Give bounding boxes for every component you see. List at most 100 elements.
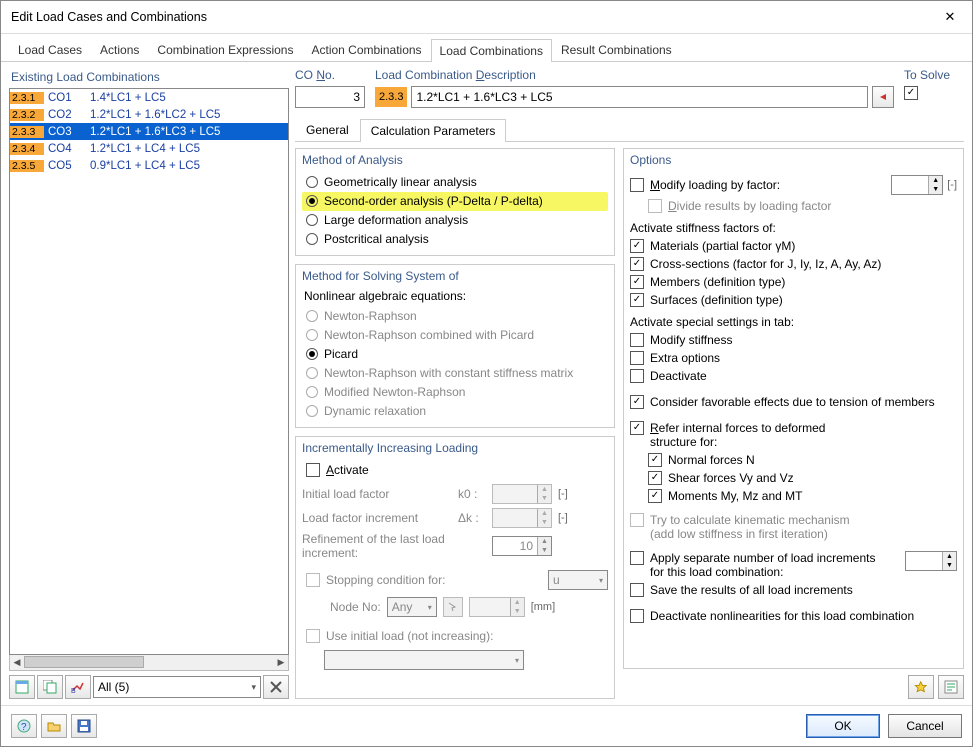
lcd-badge: 2.3.3 <box>375 87 407 107</box>
lcd-label: Load Combination Description <box>375 68 894 86</box>
help-button[interactable]: ? <box>11 714 37 738</box>
chevron-down-icon: ▾ <box>251 682 256 693</box>
node-value-spinner: ▲▼ <box>469 597 525 617</box>
main-tab-load-combinations[interactable]: Load Combinations <box>431 39 552 62</box>
new-button[interactable] <box>9 675 35 699</box>
method-analysis-section: Method of Analysis Geometrically linear … <box>295 148 615 256</box>
sub-tab-strip: GeneralCalculation Parameters <box>295 118 964 142</box>
applysep-label: Apply separate number of load increments… <box>650 551 875 579</box>
analysis-radio[interactable]: Large deformation analysis <box>302 211 608 230</box>
solver-radio: Newton-Raphson with constant stiffness m… <box>302 364 608 383</box>
incremental-section: Incrementally Increasing Loading Activat… <box>295 436 615 699</box>
load-combination-list[interactable]: 2.3.1CO11.4*LC1 + LC52.3.2CO21.2*LC1 + 1… <box>9 88 289 655</box>
solver-radio: Dynamic relaxation <box>302 402 608 421</box>
solver-radio: Newton-Raphson combined with Picard <box>302 326 608 345</box>
options-section: Options Modify loading by factor: ▲▼ [-]… <box>623 148 964 669</box>
stiffness-factor-item[interactable]: ✓Cross-sections (factor for J, Iy, Iz, A… <box>630 255 957 273</box>
cono-input[interactable]: 3 <box>295 86 365 108</box>
saveall-label: Save the results of all load increments <box>650 583 853 597</box>
node-pick-button <box>443 597 463 617</box>
cancel-button[interactable]: Cancel <box>888 714 962 738</box>
node-no-label: Node No: <box>330 600 381 614</box>
deactnl-checkbox[interactable] <box>630 609 644 623</box>
dk-symbol: Δk : <box>458 511 486 525</box>
close-button[interactable]: ✕ <box>936 7 964 27</box>
method-solve-section: Method for Solving System of Nonlinear a… <box>295 264 615 428</box>
solver-radio[interactable]: Picard <box>302 345 608 364</box>
scroll-left-icon[interactable]: ◀ <box>10 655 24 669</box>
refine-spinner[interactable]: 10▲▼ <box>492 536 552 556</box>
applysep-spinner[interactable]: ▲▼ <box>905 551 957 571</box>
stiffness-factor-item[interactable]: ✓Materials (partial factor γM) <box>630 237 957 255</box>
details-button[interactable] <box>938 675 964 699</box>
analysis-radio[interactable]: Geometrically linear analysis <box>302 173 608 192</box>
consider-checkbox[interactable]: ✓ <box>630 395 644 409</box>
list-item[interactable]: 2.3.4CO41.2*LC1 + LC4 + LC5 <box>10 140 288 157</box>
main-tab-combination-expressions[interactable]: Combination Expressions <box>148 38 302 61</box>
scroll-thumb[interactable] <box>24 656 144 668</box>
list-item[interactable]: 2.3.5CO50.9*LC1 + LC4 + LC5 <box>10 157 288 174</box>
try-label: Try to calculate kinematic mechanism (ad… <box>650 513 850 541</box>
filter-combo[interactable]: All (5) ▾ <box>93 676 261 698</box>
main-tab-action-combinations[interactable]: Action Combinations <box>302 38 430 61</box>
asf-label: Activate stiffness factors of: <box>630 221 957 235</box>
useinit-label: Use initial load (not increasing): <box>326 629 493 643</box>
special-setting-item[interactable]: Deactivate <box>630 367 957 385</box>
useinit-checkbox <box>306 629 320 643</box>
refer-force-item[interactable]: ✓Shear forces Vy and Vz <box>648 469 957 487</box>
titlebar: Edit Load Cases and Combinations ✕ <box>1 1 972 34</box>
main-tab-actions[interactable]: Actions <box>91 38 148 61</box>
tosolve-checkbox[interactable]: ✓ <box>904 86 918 100</box>
modify-loading-checkbox[interactable] <box>630 178 644 192</box>
save-button[interactable] <box>71 714 97 738</box>
initial-load-label: Initial load factor <box>302 487 452 501</box>
divide-label: Divide results by loading factor <box>668 199 831 213</box>
open-button[interactable] <box>41 714 67 738</box>
scroll-right-icon[interactable]: ▶ <box>274 655 288 669</box>
refer-force-item[interactable]: ✓Normal forces N <box>648 451 957 469</box>
list-item[interactable]: 2.3.2CO21.2*LC1 + 1.6*LC2 + LC5 <box>10 106 288 123</box>
stiffness-factor-item[interactable]: ✓Members (definition type) <box>630 273 957 291</box>
options-header: Options <box>630 153 957 167</box>
ok-button[interactable]: OK <box>806 714 880 738</box>
applysep-checkbox[interactable] <box>630 551 644 565</box>
list-hscrollbar[interactable]: ◀ ▶ <box>9 655 289 671</box>
modify-loading-spinner[interactable]: ▲▼ <box>891 175 943 195</box>
special-setting-item[interactable]: Extra options <box>630 349 957 367</box>
activate-checkbox[interactable] <box>306 463 320 477</box>
default-params-button[interactable] <box>908 675 934 699</box>
ass-label: Activate special settings in tab: <box>630 315 957 329</box>
method-analysis-header: Method of Analysis <box>302 153 608 167</box>
refer-force-item[interactable]: ✓Moments My, Mz and MT <box>648 487 957 505</box>
main-tab-load-cases[interactable]: Load Cases <box>9 38 91 61</box>
solver-radio: Newton-Raphson <box>302 307 608 326</box>
stiffness-factor-item[interactable]: ✓Surfaces (definition type) <box>630 291 957 309</box>
refer-checkbox[interactable]: ✓ <box>630 421 644 435</box>
lcd-pick-button[interactable] <box>872 86 894 108</box>
tosolve-label: To Solve <box>904 68 964 86</box>
main-tab-result-combinations[interactable]: Result Combinations <box>552 38 681 61</box>
copy-button[interactable] <box>37 675 63 699</box>
sub-tab-general[interactable]: General <box>295 118 360 141</box>
delete-button[interactable] <box>263 675 289 699</box>
saveall-checkbox[interactable] <box>630 583 644 597</box>
list-item[interactable]: 2.3.1CO11.4*LC1 + LC5 <box>10 89 288 106</box>
stopping-checkbox <box>306 573 320 587</box>
lcd-input[interactable]: 1.2*LC1 + 1.6*LC3 + LC5 <box>411 86 868 108</box>
divide-checkbox <box>648 199 662 213</box>
activate-label: Activate <box>326 463 369 477</box>
solver-radio: Modified Newton-Raphson <box>302 383 608 402</box>
stopping-label: Stopping condition for: <box>326 573 445 587</box>
special-setting-item[interactable]: Modify stiffness <box>630 331 957 349</box>
analysis-radio[interactable]: Second-order analysis (P-Delta / P-delta… <box>302 192 608 211</box>
method-solve-subheader: Nonlinear algebraic equations: <box>302 289 608 307</box>
deactnl-label: Deactivate nonlinearities for this load … <box>650 609 914 623</box>
config-button[interactable]: B <box>65 675 91 699</box>
method-solve-header: Method for Solving System of <box>302 269 608 283</box>
incremental-header: Incrementally Increasing Loading <box>302 441 608 455</box>
sub-tab-calculation-parameters[interactable]: Calculation Parameters <box>360 119 507 142</box>
initial-load-spinner: ▲▼ <box>492 484 552 504</box>
list-item[interactable]: 2.3.3CO31.2*LC1 + 1.6*LC3 + LC5 <box>10 123 288 140</box>
existing-lc-label: Existing Load Combinations <box>9 68 289 88</box>
analysis-radio[interactable]: Postcritical analysis <box>302 230 608 249</box>
